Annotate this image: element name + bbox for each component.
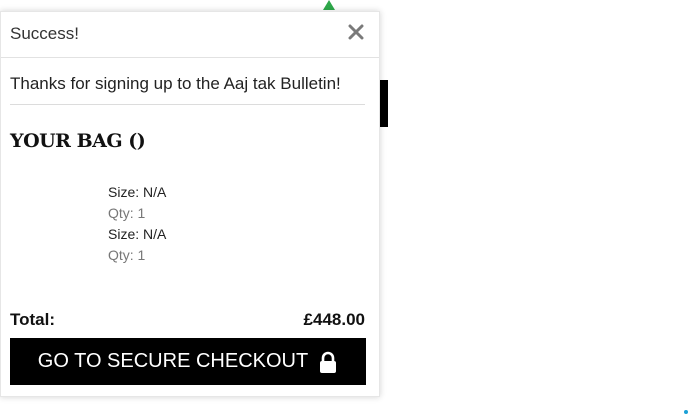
bag-item: Size: N/A Qty: 1 bbox=[108, 184, 166, 221]
bag-title: YOUR BAG () bbox=[10, 130, 146, 152]
popup-header: Success! bbox=[1, 12, 379, 58]
total-row: Total: £448.00 bbox=[10, 310, 365, 332]
background-dot bbox=[684, 410, 688, 414]
total-label: Total: bbox=[10, 310, 56, 329]
popup-title: Success! bbox=[10, 24, 79, 43]
item-qty: Qty: 1 bbox=[108, 247, 146, 263]
secure-checkout-button[interactable]: GO TO SECURE CHECKOUT bbox=[10, 338, 366, 385]
close-icon[interactable] bbox=[346, 20, 366, 44]
success-popup: Success! Thanks for signing up to the Aa… bbox=[0, 11, 380, 397]
item-qty: Qty: 1 bbox=[108, 205, 146, 221]
bag-item: Size: N/A Qty: 1 bbox=[108, 226, 166, 263]
lock-icon bbox=[318, 351, 338, 373]
signup-success-message: Thanks for signing up to the Aaj tak Bul… bbox=[10, 74, 341, 93]
total-value: £448.00 bbox=[303, 310, 365, 329]
divider bbox=[10, 104, 365, 105]
background-arrow-shape bbox=[323, 0, 335, 10]
item-size: Size: N/A bbox=[108, 226, 167, 242]
item-size: Size: N/A bbox=[108, 184, 167, 200]
checkout-button-label: GO TO SECURE CHECKOUT bbox=[37, 350, 309, 372]
